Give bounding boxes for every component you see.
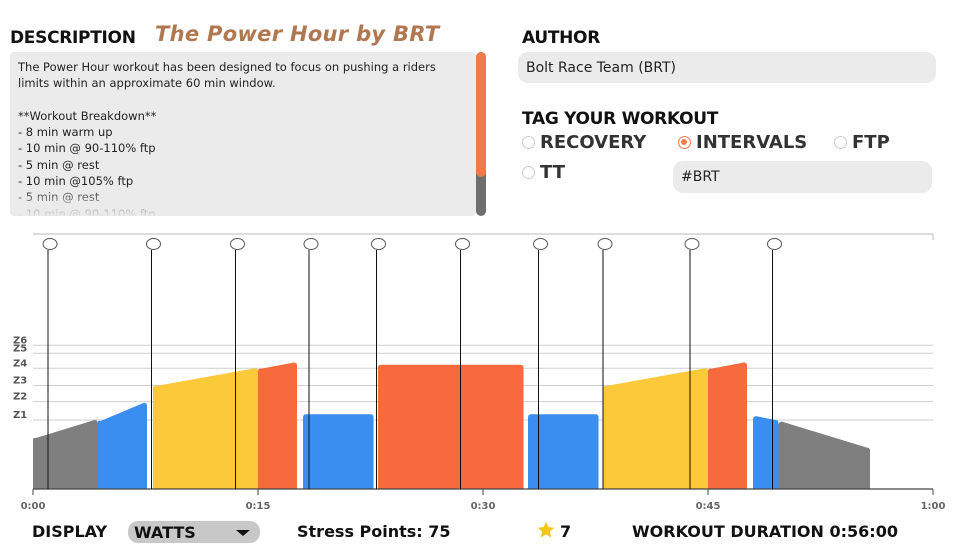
author-field[interactable]: Bolt Race Team (BRT) bbox=[518, 52, 936, 83]
star-icon[interactable] bbox=[536, 520, 556, 540]
tag-recovery[interactable]: RECOVERY bbox=[522, 132, 646, 153]
x-tick-label: 0:00 bbox=[21, 501, 46, 512]
zone-label: Z2 bbox=[13, 392, 27, 403]
description-scrollbar[interactable] bbox=[476, 52, 486, 216]
tag-intervals[interactable]: INTERVALS bbox=[678, 132, 807, 153]
radio-recovery[interactable] bbox=[522, 136, 535, 149]
interval-block[interactable] bbox=[778, 421, 871, 489]
display-select[interactable]: WATTS bbox=[128, 521, 260, 543]
interval-block[interactable] bbox=[153, 368, 258, 489]
zone-label: Z1 bbox=[13, 410, 27, 421]
interval-block[interactable] bbox=[378, 364, 524, 489]
author-header: AUTHOR bbox=[522, 28, 601, 48]
description-scrollbar-thumb[interactable] bbox=[476, 52, 486, 177]
marker-bubble-icon[interactable] bbox=[146, 238, 161, 250]
marker-bubble-icon[interactable] bbox=[533, 238, 548, 250]
radio-intervals[interactable] bbox=[678, 136, 691, 149]
marker-bubble-icon[interactable] bbox=[684, 238, 700, 250]
tag-tt-label: TT bbox=[540, 162, 565, 183]
interval-block[interactable] bbox=[708, 362, 747, 490]
marker-bubble-icon[interactable] bbox=[371, 238, 386, 250]
interval-block[interactable] bbox=[303, 414, 374, 489]
chevron-down-icon bbox=[236, 530, 250, 536]
zone-label: Z4 bbox=[13, 358, 27, 369]
stress-points: Stress Points: 75 bbox=[297, 522, 451, 541]
marker-bubble-icon[interactable] bbox=[230, 238, 245, 250]
marker-bubble-icon[interactable] bbox=[455, 238, 470, 250]
workout-chart[interactable]: Z1Z2Z3Z4Z5Z60:00 0:15 0:30 0:45 1:00 bbox=[0, 228, 961, 520]
zone-label: Z6 bbox=[13, 335, 27, 346]
tag-ftp-label: FTP bbox=[852, 132, 890, 153]
x-tick-label: 0:45 bbox=[696, 501, 721, 512]
interval-block[interactable] bbox=[753, 416, 779, 489]
custom-tag-input[interactable]: #BRT bbox=[673, 161, 932, 193]
x-tick-label: 1:00 bbox=[921, 501, 946, 512]
workout-title[interactable]: The Power Hour by BRT bbox=[155, 22, 439, 46]
interval-block[interactable] bbox=[33, 420, 98, 489]
description-header: DESCRIPTION bbox=[10, 28, 136, 48]
marker-bubble-icon[interactable] bbox=[597, 238, 613, 250]
tags-header: TAG YOUR WORKOUT bbox=[522, 109, 719, 129]
marker-bubble-icon[interactable] bbox=[767, 238, 782, 250]
tag-intervals-label: INTERVALS bbox=[696, 132, 808, 153]
interval-block[interactable] bbox=[603, 368, 708, 489]
interval-block[interactable] bbox=[258, 362, 297, 490]
interval-block[interactable] bbox=[97, 402, 148, 489]
workout-duration: WORKOUT DURATION 0:56:00 bbox=[632, 522, 898, 541]
zone-label: Z3 bbox=[13, 376, 27, 387]
description-fade bbox=[10, 186, 476, 216]
tag-ftp[interactable]: FTP bbox=[834, 132, 890, 153]
star-count: 7 bbox=[560, 522, 572, 541]
radio-ftp[interactable] bbox=[834, 136, 847, 149]
description-textarea[interactable]: The Power Hour workout has been designed… bbox=[10, 52, 476, 216]
tag-recovery-label: RECOVERY bbox=[540, 132, 647, 153]
marker-bubble-icon[interactable] bbox=[303, 238, 319, 250]
display-select-value: WATTS bbox=[134, 522, 196, 542]
tag-tt[interactable]: TT bbox=[522, 162, 565, 183]
x-tick-label: 0:30 bbox=[471, 501, 496, 512]
display-label: DISPLAY bbox=[32, 522, 108, 541]
x-tick-label: 0:15 bbox=[246, 501, 271, 512]
marker-bubble-icon[interactable] bbox=[42, 238, 58, 250]
radio-tt[interactable] bbox=[522, 166, 535, 179]
